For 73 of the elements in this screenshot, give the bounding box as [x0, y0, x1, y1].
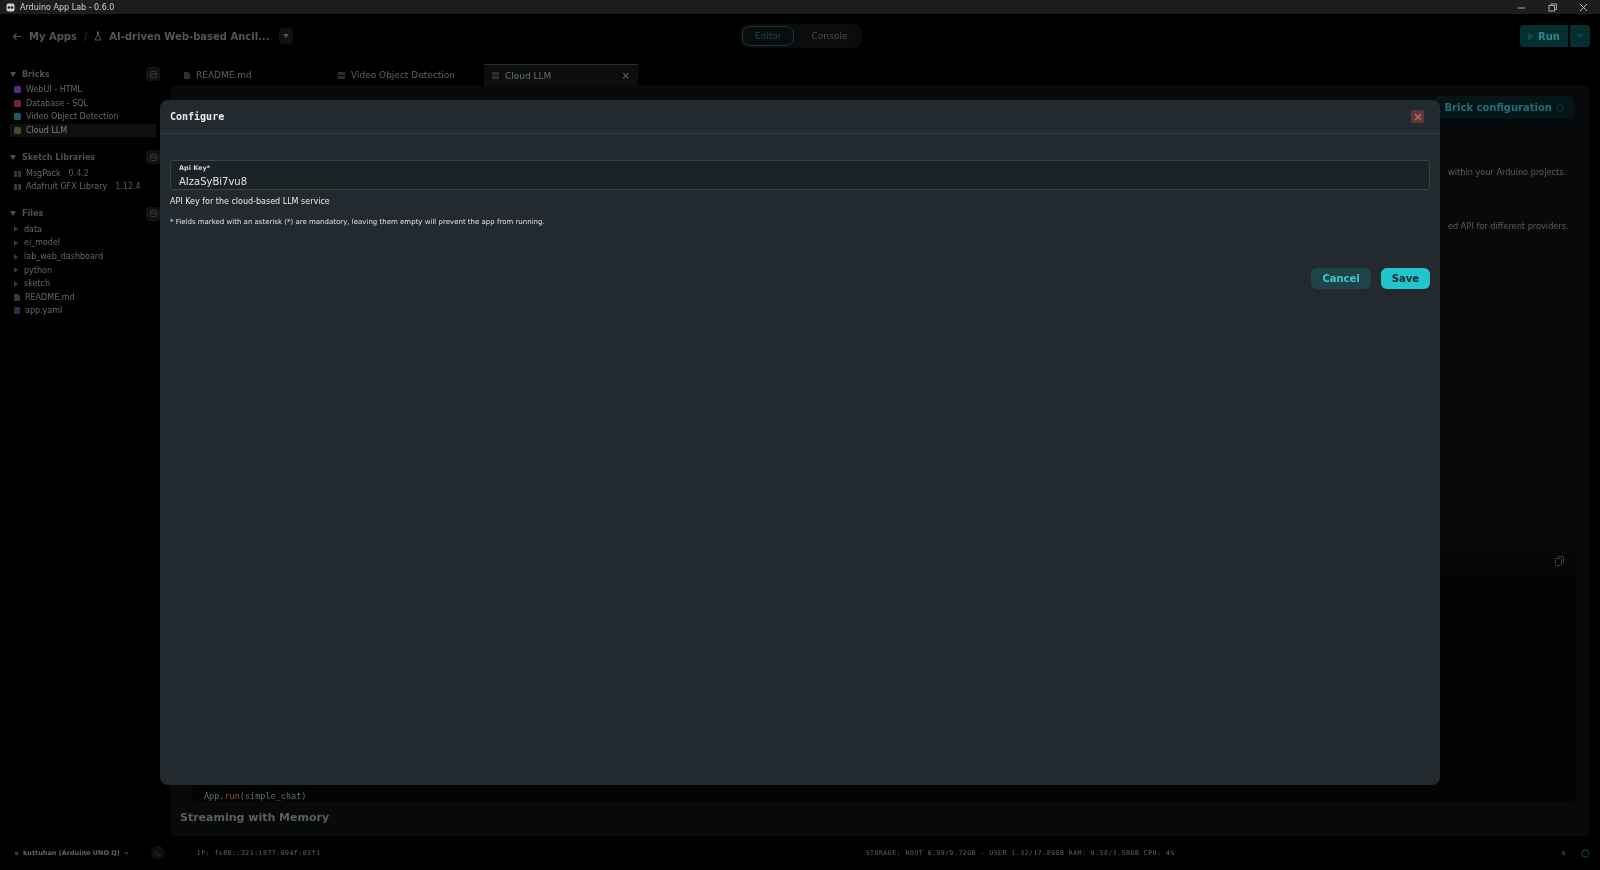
restore-icon[interactable]	[1548, 2, 1557, 12]
section-action-button[interactable]	[146, 206, 160, 221]
sidebar-item[interactable]: MsgPack 0.4.2	[10, 166, 156, 180]
collapse-caret-icon[interactable]	[10, 211, 16, 217]
dialog-title: Configure	[170, 111, 225, 122]
code-line: App.run(simple_chat)	[203, 791, 308, 802]
brick-icon	[338, 71, 345, 79]
section-heading: Streaming with Memory	[180, 810, 331, 826]
copy-icon[interactable]	[1555, 556, 1564, 566]
item-label: Adafruit GFX Library	[26, 182, 108, 192]
section-action-button[interactable]	[146, 150, 160, 165]
brick-configuration-button[interactable]: Brick configuration	[1434, 96, 1574, 119]
book-icon	[14, 183, 21, 191]
info-icon	[1556, 103, 1564, 112]
section-action-button[interactable]	[146, 67, 160, 81]
file-tab[interactable]: Cloud LLM ×	[484, 64, 638, 86]
sidebar-item[interactable]: WebUI - HTML	[26, 85, 82, 95]
mode-tab[interactable]: Console	[798, 26, 861, 46]
panel-icon	[149, 153, 157, 161]
sidebar-item[interactable]: data	[24, 224, 43, 234]
caret-icon	[123, 851, 129, 855]
document-icon	[14, 293, 20, 301]
sidebar-item[interactable]: sketch	[24, 279, 51, 289]
close-button[interactable]	[1411, 110, 1424, 123]
version-label: 0.4.2	[68, 168, 89, 178]
section-title: Files	[22, 209, 45, 219]
document-icon	[184, 71, 190, 79]
app-menu-button[interactable]	[279, 28, 294, 44]
field-help-text: API Key for the cloud-based LLM service	[170, 197, 331, 206]
collapse-caret-icon[interactable]	[10, 71, 16, 77]
status-icon	[1581, 848, 1590, 858]
breadcrumb-separator: /	[83, 30, 88, 42]
close-tab-button[interactable]: ×	[621, 70, 630, 81]
cancel-button[interactable]: Cancel	[1311, 268, 1371, 289]
sidebar-item[interactable]: ei_model	[24, 238, 61, 248]
panel-icon	[149, 70, 157, 78]
sidebar-item[interactable]: Cloud LLM	[26, 126, 68, 136]
book-icon	[14, 169, 21, 177]
file-tab[interactable]: Video Object Detection	[330, 64, 484, 86]
sidebar-item[interactable]: Video Object Detection	[26, 112, 119, 122]
close-icon[interactable]	[1579, 2, 1588, 12]
back-arrow-icon[interactable]	[12, 31, 22, 41]
app-name: AI-driven Web-based Ancil...	[109, 30, 270, 42]
terminal-icon	[154, 850, 161, 856]
sidebar-item[interactable]: Adafruit GFX Library 1.12.4	[10, 179, 156, 194]
save-button[interactable]: Save	[1380, 268, 1430, 289]
flask-icon	[94, 31, 103, 41]
close-icon	[1413, 112, 1422, 121]
file-tab[interactable]: README.md	[176, 64, 330, 86]
caret-icon	[283, 34, 290, 38]
file-icon	[14, 307, 20, 315]
section-title: Bricks	[22, 69, 51, 79]
brick-icon	[492, 72, 499, 79]
description-text: ed API for different providers.	[1448, 221, 1570, 231]
mode-tab[interactable]: Editor	[741, 26, 795, 46]
run-menu-button[interactable]	[1570, 25, 1590, 47]
section-title: Sketch Libraries	[22, 152, 97, 162]
window-title: Arduino App Lab - 0.6.0	[20, 2, 116, 12]
bell-icon	[1560, 849, 1567, 857]
item-label: MsgPack	[26, 168, 61, 178]
board-icon	[14, 850, 19, 856]
sidebar-item[interactable]: Database - SQL	[26, 98, 88, 108]
sidebar-item[interactable]: python	[24, 265, 52, 275]
sidebar-item[interactable]: lab_web_dashboard	[24, 252, 104, 262]
run-button[interactable]: Run	[1520, 25, 1568, 47]
play-icon	[1528, 32, 1535, 40]
sidebar-item[interactable]: app.yaml	[25, 306, 63, 316]
collapse-caret-icon[interactable]	[10, 154, 16, 160]
sidebar-item[interactable]: README.md	[25, 292, 75, 302]
my-apps-link[interactable]: My Apps	[29, 30, 77, 42]
panel-icon	[149, 210, 157, 218]
version-label: 1.12.4	[115, 182, 141, 192]
description-text: within your Arduino projects.	[1448, 167, 1568, 177]
